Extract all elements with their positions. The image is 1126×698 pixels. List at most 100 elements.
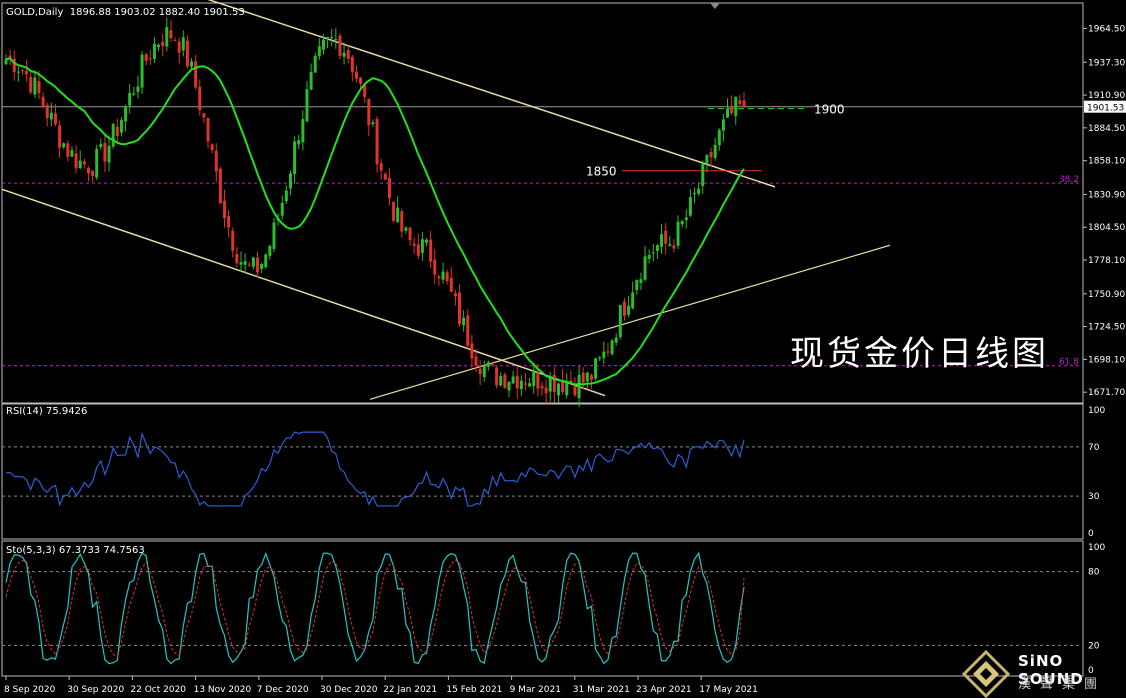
candle-body	[466, 315, 470, 346]
candle-body	[697, 188, 701, 194]
candle-body	[161, 41, 165, 47]
candle-body	[272, 222, 276, 249]
candle-body	[507, 381, 511, 391]
y-tick-label: 1937.30	[1088, 58, 1125, 68]
sto-tick-label: 80	[1088, 568, 1100, 578]
candle-body	[354, 71, 358, 79]
candle-body	[519, 380, 523, 390]
candle-body	[589, 375, 593, 380]
candle-body	[136, 86, 140, 92]
candle-body	[565, 382, 569, 396]
candle-body	[445, 272, 449, 282]
x-tick-label: 23 Apr 2021	[636, 685, 692, 695]
x-tick-label: 13 Nov 2020	[194, 685, 252, 695]
logo-chinese: 漢聲集團	[1018, 677, 1107, 692]
candle-body	[713, 144, 717, 158]
candle-body	[387, 177, 391, 199]
trend-lines: 1900 1850	[1, 0, 891, 400]
candle-body	[194, 61, 198, 88]
candle-body	[119, 120, 123, 133]
candle-body	[70, 150, 74, 157]
sto-tick-label: 100	[1088, 543, 1105, 553]
candle-body	[491, 364, 495, 366]
rsi-tick-label: 70	[1088, 443, 1100, 453]
candle-body	[404, 227, 408, 231]
candle-body	[115, 126, 119, 136]
main-header: GOLD,Daily 1896.88 1903.02 1882.40 1901.…	[6, 7, 245, 18]
candle-body	[684, 217, 688, 221]
candle-body	[709, 151, 713, 158]
channel-upper-line	[207, 0, 776, 188]
candle-body	[350, 56, 354, 73]
candle-body	[326, 36, 330, 40]
candle-body	[458, 292, 462, 325]
current-price-label: 1901.53	[1087, 104, 1124, 114]
candle-body	[157, 44, 161, 48]
candle-body	[206, 117, 210, 142]
candle-body	[107, 145, 111, 163]
candle-body	[20, 70, 24, 72]
candle-body	[598, 357, 602, 359]
y-tick-label: 1671.70	[1088, 388, 1125, 398]
candle-body	[556, 383, 560, 396]
candle-body	[268, 245, 272, 256]
rsi-tick-label: 100	[1088, 406, 1105, 416]
candle-body	[371, 122, 375, 125]
candle-body	[532, 370, 536, 387]
candle-body	[639, 279, 643, 283]
candle-body	[37, 81, 41, 94]
stochastic-series	[5, 551, 745, 665]
x-tick-label: 15 Feb 2021	[446, 685, 502, 695]
candle-body	[53, 113, 57, 125]
candle-body	[78, 160, 82, 169]
candle-body	[408, 227, 412, 241]
candle-body	[433, 259, 437, 275]
candle-body	[544, 387, 548, 394]
candle-body	[49, 112, 53, 120]
candle-body	[668, 244, 672, 247]
candle-body	[470, 343, 474, 359]
candle-body	[297, 140, 301, 145]
candle-body	[693, 193, 697, 195]
ma-line	[5, 57, 745, 386]
candle-body	[705, 155, 709, 164]
shift-marker-icon[interactable]	[710, 3, 720, 9]
y-tick-label: 1858.10	[1088, 157, 1125, 167]
candle-body	[680, 221, 684, 225]
candle-body	[301, 119, 305, 143]
fib-label: 61.8	[1059, 358, 1079, 368]
candle-body	[33, 77, 37, 95]
candle-body	[25, 70, 29, 75]
x-tick-label: 22 Oct 2020	[130, 685, 186, 695]
candle-body	[499, 375, 503, 386]
candle-body	[173, 40, 177, 42]
candle-body	[231, 230, 235, 251]
candle-body	[313, 55, 317, 73]
x-tick-label: 17 May 2021	[699, 685, 758, 695]
candle-body	[412, 243, 416, 246]
candle-body	[375, 118, 379, 165]
candle-body	[264, 254, 268, 268]
x-tick-label: 22 Jan 2021	[383, 685, 437, 695]
candle-body	[610, 340, 614, 355]
candle-body	[66, 143, 70, 157]
x-tick-label: 31 Mar 2021	[573, 685, 630, 695]
candle-body	[552, 375, 556, 392]
candle-body	[86, 167, 90, 174]
candle-body	[622, 301, 626, 316]
candle-body	[400, 211, 404, 232]
candle-body	[223, 201, 227, 219]
y-tick-label: 1750.90	[1088, 290, 1125, 300]
candle-body	[169, 30, 173, 39]
candle-body	[618, 304, 622, 337]
candle-body	[29, 76, 33, 93]
y-tick-label: 1778.10	[1088, 256, 1125, 266]
candle-body	[726, 108, 730, 118]
candle-body	[367, 98, 371, 126]
candle-body	[144, 54, 148, 61]
candle-body	[124, 106, 128, 122]
candle-body	[82, 161, 86, 165]
rsi-series	[5, 431, 745, 507]
candle-body	[660, 234, 664, 247]
candle-body	[346, 49, 350, 59]
